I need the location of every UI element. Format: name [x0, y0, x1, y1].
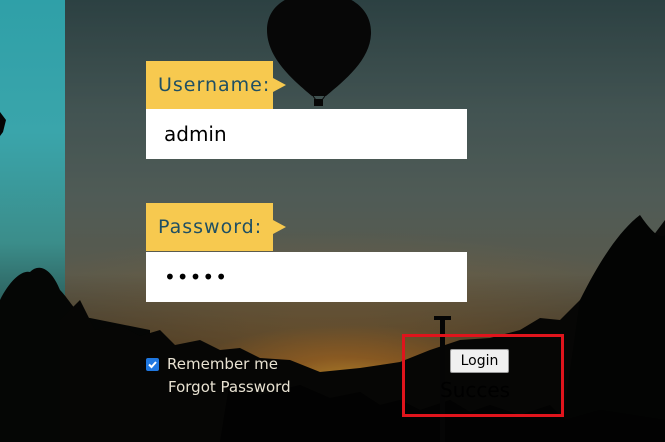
username-input[interactable] — [146, 109, 467, 159]
password-label-text: Password: — [158, 216, 263, 238]
highlight-box — [402, 334, 564, 417]
password-label: Password: — [146, 203, 286, 251]
silhouette-scene — [0, 0, 665, 442]
forgot-password-link[interactable]: Forgot Password — [168, 378, 291, 396]
username-label-text: Username: — [158, 74, 271, 96]
checkmark-icon — [148, 360, 157, 368]
password-input[interactable] — [146, 252, 467, 302]
bird-icon — [0, 112, 6, 136]
remember-me-label[interactable]: Remember me — [167, 355, 278, 373]
remember-me-checkbox[interactable] — [146, 357, 159, 371]
remember-me-row: Remember me — [146, 355, 278, 373]
label-arrow-icon — [273, 78, 286, 92]
username-label: Username: — [146, 61, 286, 109]
label-arrow-icon — [273, 220, 286, 234]
